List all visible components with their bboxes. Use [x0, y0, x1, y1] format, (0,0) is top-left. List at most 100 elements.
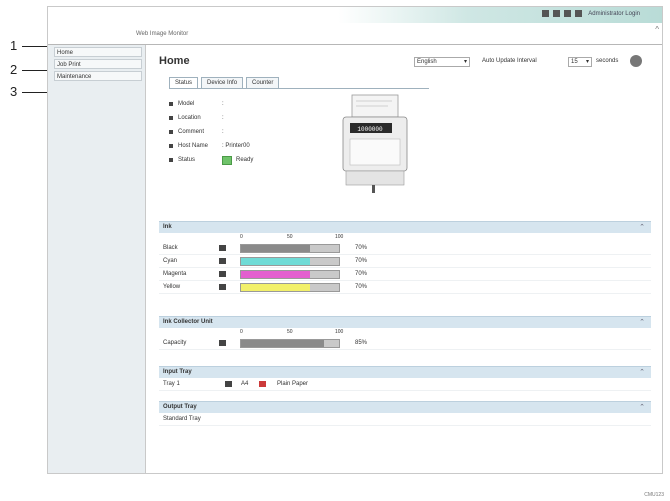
collapse-icon[interactable]: ⌃ — [639, 222, 645, 233]
tray-paper-size: A4 — [241, 381, 249, 387]
level-track — [240, 283, 340, 292]
info-icon[interactable] — [564, 10, 572, 17]
level-track — [240, 270, 340, 279]
sidebar-item-maintenance[interactable]: Maintenance — [54, 71, 142, 81]
collapse-icon[interactable]: ⌃ — [639, 317, 645, 328]
info-value: : — [222, 129, 224, 135]
collapse-icon[interactable]: ⌃ — [639, 402, 645, 413]
paper-type-icon — [259, 381, 266, 387]
tab-divider — [169, 88, 429, 89]
printer-stand — [372, 185, 375, 193]
printer-front-panel — [349, 138, 401, 166]
sidebar-item-home[interactable]: Home — [54, 47, 142, 57]
printer-display-text: 1000000 — [357, 126, 383, 133]
level-track — [240, 257, 340, 266]
ink-section-header[interactable]: Ink ⌃ — [159, 221, 651, 233]
cartridge-icon — [219, 284, 226, 290]
sidebar: Home Job Print Maintenance — [48, 45, 146, 473]
input-tray-header[interactable]: Input Tray ⌃ — [159, 366, 651, 378]
printer-illustration: 1000000 — [342, 94, 408, 193]
level-row: Black 70% — [159, 242, 651, 255]
cartridge-icon — [219, 245, 226, 251]
scroll-up-icon[interactable]: ^ — [655, 25, 659, 34]
app-header: Web Image Monitor ^ — [48, 23, 662, 45]
scale-label: 100 — [335, 234, 344, 240]
info-row-location: Location : — [169, 111, 253, 125]
level-fill — [241, 258, 310, 265]
admin-login-link[interactable]: Administrator Login — [588, 11, 640, 17]
language-select[interactable]: English ▾ — [414, 57, 470, 67]
help-icon[interactable] — [553, 10, 561, 17]
level-fill — [241, 340, 325, 347]
scale-label: 0 — [240, 329, 243, 335]
level-value: 70% — [355, 258, 368, 264]
scale-label: 50 — [287, 329, 293, 335]
callout-2: 2 — [10, 62, 18, 77]
bullet-icon — [169, 116, 173, 120]
top-bar: Administrator Login — [48, 7, 662, 23]
info-value: : — [222, 101, 224, 107]
info-row-status: Status Ready — [169, 153, 253, 167]
level-label: Yellow — [163, 284, 181, 290]
level-fill — [241, 284, 310, 291]
main-content: Home English ▾ Auto Update Interval 15 ▾… — [147, 45, 662, 473]
ink-scale: 0 50 100 — [159, 233, 651, 242]
scale-label: 50 — [287, 234, 293, 240]
status-value: Ready — [236, 157, 254, 163]
ink-collector-rows: Capacity 85% — [159, 337, 651, 350]
level-track — [240, 339, 340, 348]
sidebar-item-job-print[interactable]: Job Print — [54, 59, 142, 69]
output-tray-header[interactable]: Output Tray ⌃ — [159, 401, 651, 413]
info-value: : — [222, 115, 224, 121]
callout-1: 1 — [10, 38, 18, 53]
tray-label: Tray 1 — [163, 381, 180, 387]
chevron-down-icon: ▾ — [585, 59, 589, 65]
tray-paper-type: Plain Paper — [277, 381, 309, 387]
level-value: 70% — [355, 245, 368, 251]
ink-rows: Black 70% Cyan 70% Magenta 70% Yellow 70% — [159, 242, 651, 294]
level-row: Capacity 85% — [159, 337, 651, 350]
output-tray-title: Output Tray — [163, 404, 197, 410]
ink-section: Ink ⌃ 0 50 100 Black 70% Cyan 70% Magenta 70%… — [159, 221, 651, 294]
language-select-value: English — [417, 59, 437, 65]
printer-base — [345, 170, 405, 186]
input-tray-section: Input Tray ⌃ Tray 1 A4 Plain Paper — [159, 366, 651, 391]
login-icon[interactable] — [575, 10, 583, 17]
mail-icon[interactable] — [542, 10, 550, 17]
refresh-icon[interactable] — [630, 55, 642, 67]
level-row: Cyan 70% — [159, 255, 651, 268]
bullet-icon — [169, 102, 173, 106]
info-label: Model — [178, 101, 195, 107]
info-label: Host Name — [178, 143, 209, 149]
level-fill — [241, 271, 310, 278]
output-tray-section: Output Tray ⌃ Standard Tray — [159, 401, 651, 426]
level-label: Magenta — [163, 271, 187, 277]
level-label: Black — [163, 245, 178, 251]
auto-update-label: Auto Update Interval — [482, 58, 537, 64]
input-tray-title: Input Tray — [163, 369, 192, 375]
bullet-icon — [169, 158, 173, 162]
level-value: 70% — [355, 284, 368, 290]
info-label: Location — [178, 115, 201, 121]
info-row-comment: Comment : — [169, 125, 253, 139]
output-tray-label: Standard Tray — [163, 416, 201, 422]
auto-update-select[interactable]: 15 ▾ — [568, 57, 592, 67]
output-tray-row: Standard Tray — [159, 413, 651, 426]
ink-section-title: Ink — [163, 224, 172, 230]
collapse-icon[interactable]: ⌃ — [639, 367, 645, 378]
level-row: Yellow 70% — [159, 281, 651, 294]
level-value: 85% — [355, 340, 368, 346]
app-title: Web Image Monitor — [136, 31, 189, 37]
bullet-icon — [169, 130, 173, 134]
auto-update-value: 15 — [571, 59, 578, 65]
scale-label: 0 — [240, 234, 243, 240]
ink-collector-header[interactable]: Ink Collector Unit ⌃ — [159, 316, 651, 328]
seconds-label: seconds — [596, 58, 619, 64]
cartridge-icon — [219, 340, 226, 346]
level-track — [240, 244, 340, 253]
page-title: Home — [159, 55, 190, 67]
info-label: Status — [178, 157, 196, 163]
tray-row: Tray 1 A4 Plain Paper — [159, 378, 651, 391]
chevron-down-icon: ▾ — [463, 59, 467, 65]
bullet-icon — [169, 144, 173, 148]
